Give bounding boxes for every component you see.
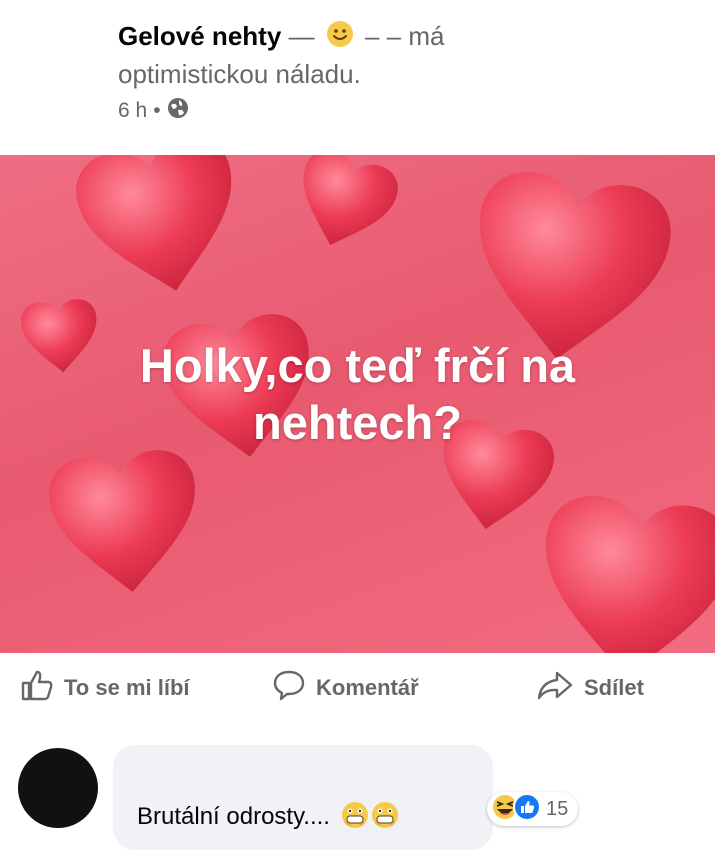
globe-icon [167,97,189,125]
smile-emoji-icon [326,20,354,57]
comment-button[interactable]: Komentář [272,668,419,708]
post-header: Gelové nehty — – – má optimistickou nála… [118,18,678,125]
like-reaction-icon [513,792,541,826]
post-header-line1: Gelové nehty — – – má [118,18,678,57]
comment-bubble[interactable]: Brutální odrosty.... [113,745,493,850]
heart-shape [532,491,715,653]
reaction-summary[interactable]: 15 [487,792,579,826]
comment-bubble-icon [272,668,306,708]
heart-shape [45,446,206,600]
comment-text: Brutální odrosty.... [137,803,330,830]
caption-line-1: Holky,co teď frčí na [139,339,576,392]
post-meta: 6 h • [118,97,678,125]
heart-shape [68,155,253,308]
image-caption: Holky,co teď frčí na nehtech? [0,337,715,451]
shocked-emoji-icon [341,801,399,836]
share-label: Sdílet [584,675,644,700]
post-time[interactable]: 6 h [118,99,147,123]
comment-text-row: Brutální odrosty.... [137,801,399,836]
thumbs-up-icon [20,668,54,708]
page-name[interactable]: Gelové nehty [118,21,281,51]
feeling-prefix: – – má [364,21,445,51]
post-image[interactable]: Holky,co teď frčí na nehtech? [0,155,715,653]
like-label: To se mi líbí [64,675,190,700]
post-actions: To se mi líbí Komentář Sdílet [0,660,715,716]
reaction-count: 15 [546,797,569,820]
comment-label: Komentář [316,675,419,700]
dash: — [288,21,315,51]
share-arrow-icon [536,668,574,708]
like-button[interactable]: To se mi líbí [20,668,190,708]
feeling-text: optimistickou náladu. [118,59,361,89]
heart-shape [284,155,404,260]
comment-item: Brutální odrosty.... 15 [0,740,715,855]
avatar[interactable] [18,748,98,828]
caption-line-2: nehtech? [253,396,462,449]
share-button[interactable]: Sdílet [536,668,644,708]
meta-separator: • [153,99,161,122]
